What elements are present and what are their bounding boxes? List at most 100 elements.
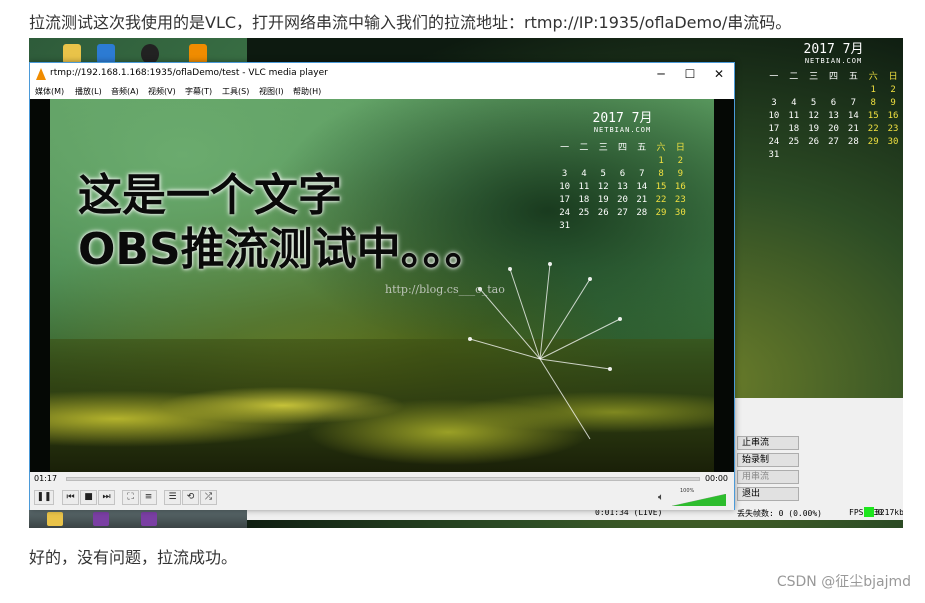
calendar-day: 4 — [791, 98, 797, 108]
obs-control-panel: 止串流 始录制 用串流 退出 — [735, 398, 903, 518]
calendar-day: 8 — [870, 98, 876, 108]
fullscreen-button[interactable]: ⛶ — [122, 490, 139, 505]
video-calendar: 2017 7月 NETBIAN.COM 一二三四五六日 1 2 3 4 5 6 7 8 9 10 11… — [555, 107, 690, 282]
calendar-day: 12 — [597, 182, 609, 192]
calendar-day: 17 — [559, 195, 571, 205]
calendar-day: 9 — [677, 169, 684, 179]
video-area[interactable]: 这是一个文字 OBS推流测试中。。。 http://blog.cs___o_ta… — [30, 99, 734, 472]
vlc-menubar: 媒体(M) 播放(L) 音频(A) 视频(V) 字幕(T) 工具(S) 视图(I… — [30, 85, 734, 99]
menu-audio[interactable]: 音频(A) — [111, 86, 139, 97]
calendar-weekday: 二 — [579, 143, 589, 153]
obs-icon[interactable] — [141, 44, 159, 64]
exit-button[interactable]: 退出 — [737, 487, 799, 501]
overlay-text-line2: OBS推流测试中。。。 — [78, 224, 489, 275]
calendar-day — [613, 156, 632, 166]
calendar-day — [804, 85, 824, 95]
random-button[interactable]: ⤮ — [200, 490, 217, 505]
calendar-day: 2 — [677, 156, 684, 166]
calendar-day: 19 — [597, 195, 609, 205]
article-intro: 拉流测试这次我使用的是VLC，打开网络串流中输入我们的拉流地址：rtmp://I… — [29, 13, 792, 32]
menu-media[interactable]: 媒体(M) — [35, 86, 64, 97]
calendar-title: 2017 7月 — [803, 42, 864, 57]
vlc-cone-icon — [36, 68, 46, 80]
calendar-day: 30 — [887, 137, 899, 147]
time-elapsed: 01:17 — [34, 474, 58, 483]
menu-playback[interactable]: 播放(L) — [75, 86, 102, 97]
calendar-day: 4 — [581, 169, 587, 179]
seek-row: 01:17 00:00 — [30, 472, 734, 486]
speaker-icon[interactable]: 🔈︎ — [658, 492, 664, 503]
calendar-day: 6 — [830, 98, 837, 108]
volume-slider[interactable] — [672, 494, 726, 506]
maximize-button[interactable]: ☐ — [675, 65, 705, 83]
calendar-day: 15 — [655, 182, 667, 192]
calendar-day: 9 — [890, 98, 896, 108]
document-icon[interactable] — [97, 44, 115, 64]
blog-watermark: http://blog.cs___o_tao — [385, 283, 505, 296]
stream-button[interactable]: 用串流 — [737, 470, 799, 484]
window-title: rtmp://192.168.1.168:1935/oflaDemo/test … — [50, 68, 328, 78]
calendar-day: 18 — [788, 124, 800, 134]
calendar-weekday: 四 — [617, 143, 627, 153]
winrar-icon[interactable] — [141, 512, 157, 526]
calendar-weekday: 一 — [769, 72, 779, 82]
calendar-day — [613, 221, 632, 231]
calendar-grid: 一二三四五六日 1 2 3 4 5 6 7 8 9 10 11 12 13 14 15 16 17 18 19 20 21… — [764, 69, 903, 160]
calendar-day: 18 — [578, 195, 590, 205]
vlc-titlebar[interactable]: rtmp://192.168.1.168:1935/oflaDemo/test … — [30, 63, 734, 85]
calendar-day: 1 — [870, 85, 876, 95]
calendar-day: 27 — [828, 137, 839, 147]
calendar-day — [824, 150, 844, 160]
menu-subtitle[interactable]: 字幕(T) — [185, 86, 212, 97]
minimize-button[interactable]: ─ — [646, 65, 676, 83]
calendar-day: 19 — [808, 124, 820, 134]
folder-icon[interactable] — [63, 44, 81, 64]
taskbar-app-icon[interactable] — [47, 512, 63, 526]
calendar-day: 2 — [890, 85, 896, 95]
calendar-day: 3 — [561, 169, 568, 179]
control-bar: ❚❚ ⏮ ■ ⏭ ⛶ ≡ ☰ ⟲ ⤮ 🔈︎ 100% — [30, 486, 734, 510]
calendar-day: 13 — [828, 111, 839, 121]
calendar-day — [843, 150, 863, 160]
seek-bar[interactable] — [66, 477, 700, 481]
calendar-grid: 一二三四五六日 1 2 3 4 5 6 7 8 9 10 11 12 13 14 15 16 17 18 19 20 21… — [555, 140, 690, 231]
calendar-title: 2017 7月 — [592, 111, 653, 126]
start-recording-button[interactable]: 始录制 — [737, 453, 799, 467]
calendar-day: 27 — [617, 208, 628, 218]
extended-settings-button[interactable]: ≡ — [140, 490, 157, 505]
previous-button[interactable]: ⏮ — [62, 490, 79, 505]
calendar-day: 24 — [559, 208, 571, 218]
menu-view[interactable]: 视图(I) — [259, 86, 284, 97]
calendar-day: 28 — [847, 137, 859, 147]
loop-button[interactable]: ⟲ — [182, 490, 199, 505]
winrar-icon[interactable] — [93, 512, 109, 526]
calendar-day: 29 — [867, 137, 879, 147]
calendar-day: 16 — [674, 182, 686, 192]
calendar-day: 31 — [768, 150, 780, 160]
menu-tools[interactable]: 工具(S) — [222, 86, 249, 97]
pause-button[interactable]: ❚❚ — [34, 490, 54, 505]
menu-help[interactable]: 帮助(H) — [293, 86, 321, 97]
calendar-day: 3 — [771, 98, 777, 108]
calendar-day: 25 — [578, 208, 590, 218]
stop-button[interactable]: ■ — [80, 490, 97, 505]
calendar-day — [863, 150, 883, 160]
calendar-weekday: 六 — [868, 72, 878, 82]
vlc-icon[interactable] — [189, 44, 207, 64]
stop-stream-button[interactable]: 止串流 — [737, 436, 799, 450]
menu-video[interactable]: 视频(V) — [148, 86, 176, 97]
close-button[interactable]: ✕ — [704, 65, 734, 83]
calendar-day: 5 — [600, 169, 606, 179]
playlist-button[interactable]: ☰ — [164, 490, 181, 505]
calendar-day: 30 — [674, 208, 686, 218]
calendar-weekday: 一 — [560, 143, 570, 153]
calendar-site: NETBIAN.COM — [804, 57, 863, 65]
time-total: 00:00 — [704, 474, 728, 483]
calendar-day: 22 — [655, 195, 667, 205]
next-button[interactable]: ⏭ — [98, 490, 115, 505]
calendar-day: 16 — [887, 111, 899, 121]
calendar-day: 20 — [828, 124, 839, 134]
calendar-day: 28 — [636, 208, 648, 218]
calendar-day — [555, 156, 574, 166]
calendar-day: 6 — [619, 169, 626, 179]
